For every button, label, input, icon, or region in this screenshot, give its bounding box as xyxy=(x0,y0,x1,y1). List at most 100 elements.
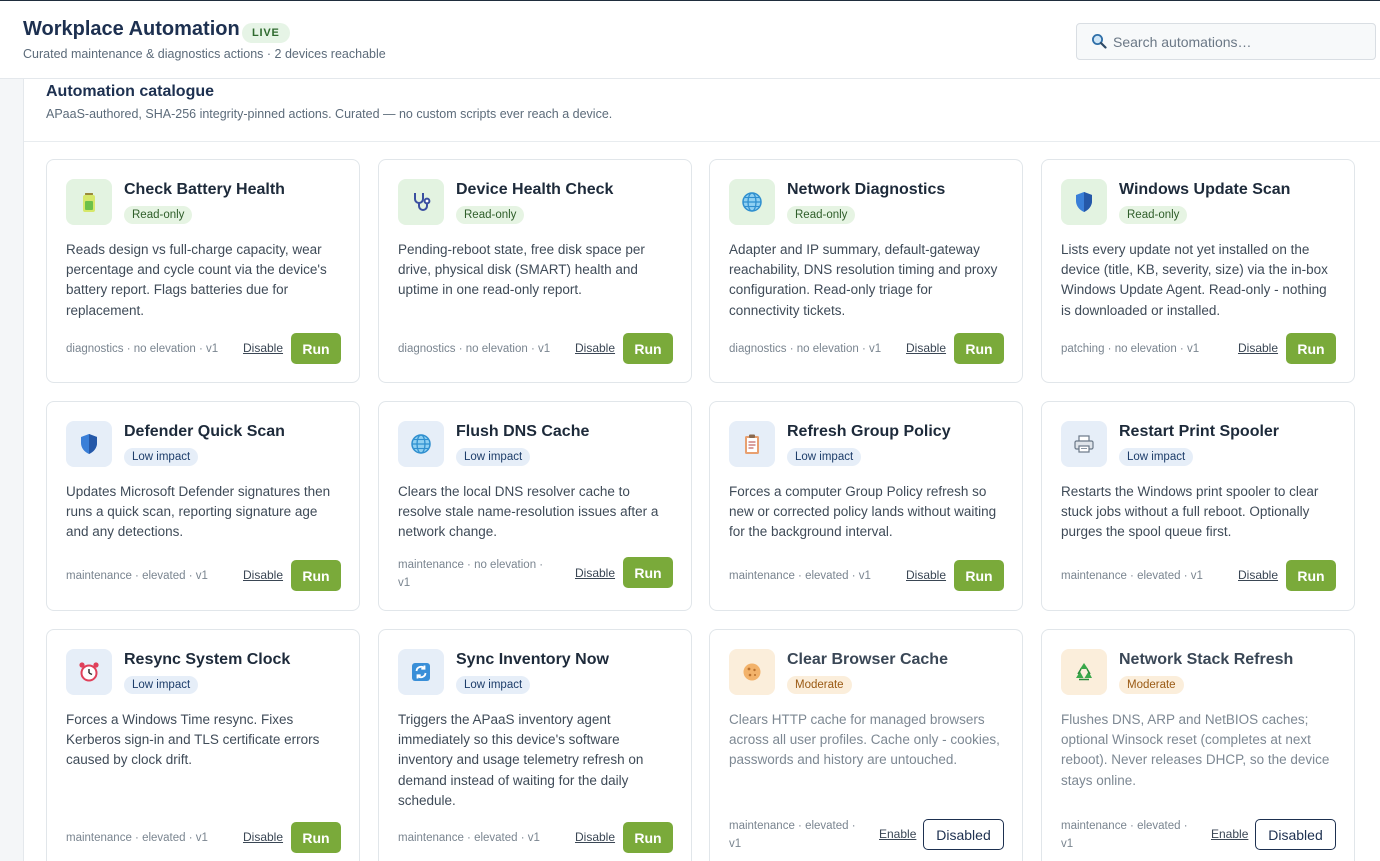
card-title: Windows Update Scan xyxy=(1119,181,1291,198)
impact-badge: Low impact xyxy=(456,676,531,694)
disabled-button[interactable]: Disabled xyxy=(1255,819,1336,850)
impact-badge: Read-only xyxy=(456,206,525,224)
disable-link[interactable]: Disable xyxy=(575,566,615,580)
disable-link[interactable]: Disable xyxy=(1238,568,1278,582)
card-title: Sync Inventory Now xyxy=(456,651,609,668)
catalogue-header: Automation catalogue APaaS-authored, SHA… xyxy=(24,79,1380,142)
automation-card: Windows Update Scan Read-only Lists ever… xyxy=(1041,159,1355,383)
impact-badge: Read-only xyxy=(124,206,193,224)
run-button[interactable]: Run xyxy=(1286,333,1336,364)
card-title: Refresh Group Policy xyxy=(787,423,951,440)
card-description: Triggers the APaaS inventory agent immed… xyxy=(398,712,644,808)
run-button[interactable]: Run xyxy=(623,333,673,364)
impact-badge: Low impact xyxy=(787,448,862,466)
automation-card: Clear Browser Cache Moderate Clears HTTP… xyxy=(709,629,1023,861)
card-description: Pending-reboot state, free disk space pe… xyxy=(398,242,645,298)
card-meta: maintenance · elevated · v1 xyxy=(1061,820,1188,850)
automation-card: Resync System Clock Low impact Forces a … xyxy=(46,629,360,861)
run-button[interactable]: Run xyxy=(291,333,341,364)
card-meta: maintenance · elevated · v1 xyxy=(398,832,540,844)
live-status-badge: LIVE xyxy=(242,23,290,43)
card-meta: diagnostics · no elevation · v1 xyxy=(729,343,882,355)
impact-badge: Read-only xyxy=(787,206,856,224)
search-input[interactable] xyxy=(1113,24,1369,59)
card-description: Updates Microsoft Defender signatures th… xyxy=(66,484,331,540)
run-button[interactable]: Run xyxy=(623,822,673,853)
sync-icon xyxy=(398,649,444,695)
disable-link[interactable]: Disable xyxy=(1238,341,1278,355)
card-description: Forces a computer Group Policy refresh s… xyxy=(729,484,997,540)
card-meta: maintenance · no elevation · v1 xyxy=(398,559,544,589)
catalogue-title: Automation catalogue xyxy=(46,83,215,100)
automation-card: Network Diagnostics Read-only Adapter an… xyxy=(709,159,1023,383)
card-title: Clear Browser Cache xyxy=(787,651,948,668)
card-title: Device Health Check xyxy=(456,181,614,198)
automation-card: Flush DNS Cache Low impact Clears the lo… xyxy=(378,401,692,611)
recycle-icon xyxy=(1061,649,1107,695)
impact-badge: Read-only xyxy=(1119,206,1188,224)
impact-badge: Low impact xyxy=(1119,448,1194,466)
card-description: Reads design vs full-charge capacity, we… xyxy=(66,242,327,318)
card-meta: maintenance · elevated · v1 xyxy=(729,570,871,582)
automation-card: Restart Print Spooler Low impact Restart… xyxy=(1041,401,1355,611)
enable-link[interactable]: Enable xyxy=(879,827,916,841)
disable-link[interactable]: Disable xyxy=(906,568,946,582)
impact-badge: Moderate xyxy=(787,676,852,694)
automation-card: Defender Quick Scan Low impact Updates M… xyxy=(46,401,360,611)
run-button[interactable]: Run xyxy=(954,560,1004,591)
automation-card: Network Stack Refresh Moderate Flushes D… xyxy=(1041,629,1355,861)
card-title: Network Diagnostics xyxy=(787,181,946,198)
impact-badge: Low impact xyxy=(124,676,199,694)
card-meta: patching · no elevation · v1 xyxy=(1061,343,1200,355)
disable-link[interactable]: Disable xyxy=(243,830,283,844)
stethoscope-icon xyxy=(398,179,444,225)
card-meta: maintenance · elevated · v1 xyxy=(1061,570,1203,582)
top-bar: Workplace Automation LIVE Curated mainte… xyxy=(0,0,1380,79)
printer-icon xyxy=(1061,421,1107,467)
card-description: Adapter and IP summary, default-gateway … xyxy=(729,242,998,318)
disabled-button[interactable]: Disabled xyxy=(923,819,1004,850)
disable-link[interactable]: Disable xyxy=(243,568,283,582)
enable-link[interactable]: Enable xyxy=(1211,827,1248,841)
card-meta: maintenance · elevated · v1 xyxy=(66,570,208,582)
impact-badge: Low impact xyxy=(124,448,199,466)
card-description: Flushes DNS, ARP and NetBIOS caches; opt… xyxy=(1061,712,1330,788)
run-button[interactable]: Run xyxy=(954,333,1004,364)
shield-icon xyxy=(66,421,112,467)
disable-link[interactable]: Disable xyxy=(906,341,946,355)
card-title: Defender Quick Scan xyxy=(124,423,285,440)
clipboard-icon xyxy=(729,421,775,467)
globe-icon xyxy=(398,421,444,467)
disable-link[interactable]: Disable xyxy=(243,341,283,355)
card-meta: maintenance · elevated · v1 xyxy=(66,832,208,844)
card-meta: maintenance · elevated · v1 xyxy=(729,820,856,850)
catalogue-subtitle: APaaS-authored, SHA-256 integrity-pinned… xyxy=(46,107,613,121)
card-description: Lists every update not yet installed on … xyxy=(1061,242,1328,318)
card-description: Clears HTTP cache for managed browsers a… xyxy=(729,712,1000,768)
search-icon xyxy=(1092,34,1107,49)
disable-link[interactable]: Disable xyxy=(575,341,615,355)
run-button[interactable]: Run xyxy=(291,560,341,591)
shield-icon xyxy=(1061,179,1107,225)
run-button[interactable]: Run xyxy=(1286,560,1336,591)
card-description: Restarts the Windows print spooler to cl… xyxy=(1061,484,1319,540)
cookie-icon xyxy=(729,649,775,695)
automation-card: Device Health Check Read-only Pending-re… xyxy=(378,159,692,383)
card-title: Resync System Clock xyxy=(124,651,291,668)
card-title: Flush DNS Cache xyxy=(456,423,590,440)
automation-card: Check Battery Health Read-only Reads des… xyxy=(46,159,360,383)
catalogue-panel: Automation catalogue APaaS-authored, SHA… xyxy=(23,79,1380,861)
disable-link[interactable]: Disable xyxy=(575,830,615,844)
globe-icon xyxy=(729,179,775,225)
automation-card: Refresh Group Policy Low impact Forces a… xyxy=(709,401,1023,611)
search-box[interactable] xyxy=(1076,23,1376,60)
run-button[interactable]: Run xyxy=(291,822,341,853)
page-title: Workplace Automation xyxy=(23,18,240,40)
impact-badge: Moderate xyxy=(1119,676,1184,694)
card-description: Forces a Windows Time resync. Fixes Kerb… xyxy=(66,712,320,768)
page-subtitle: Curated maintenance & diagnostics action… xyxy=(23,47,386,61)
card-title: Network Stack Refresh xyxy=(1119,651,1294,668)
automation-card: Sync Inventory Now Low impact Triggers t… xyxy=(378,629,692,861)
card-description: Clears the local DNS resolver cache to r… xyxy=(398,484,659,540)
run-button[interactable]: Run xyxy=(623,557,673,588)
